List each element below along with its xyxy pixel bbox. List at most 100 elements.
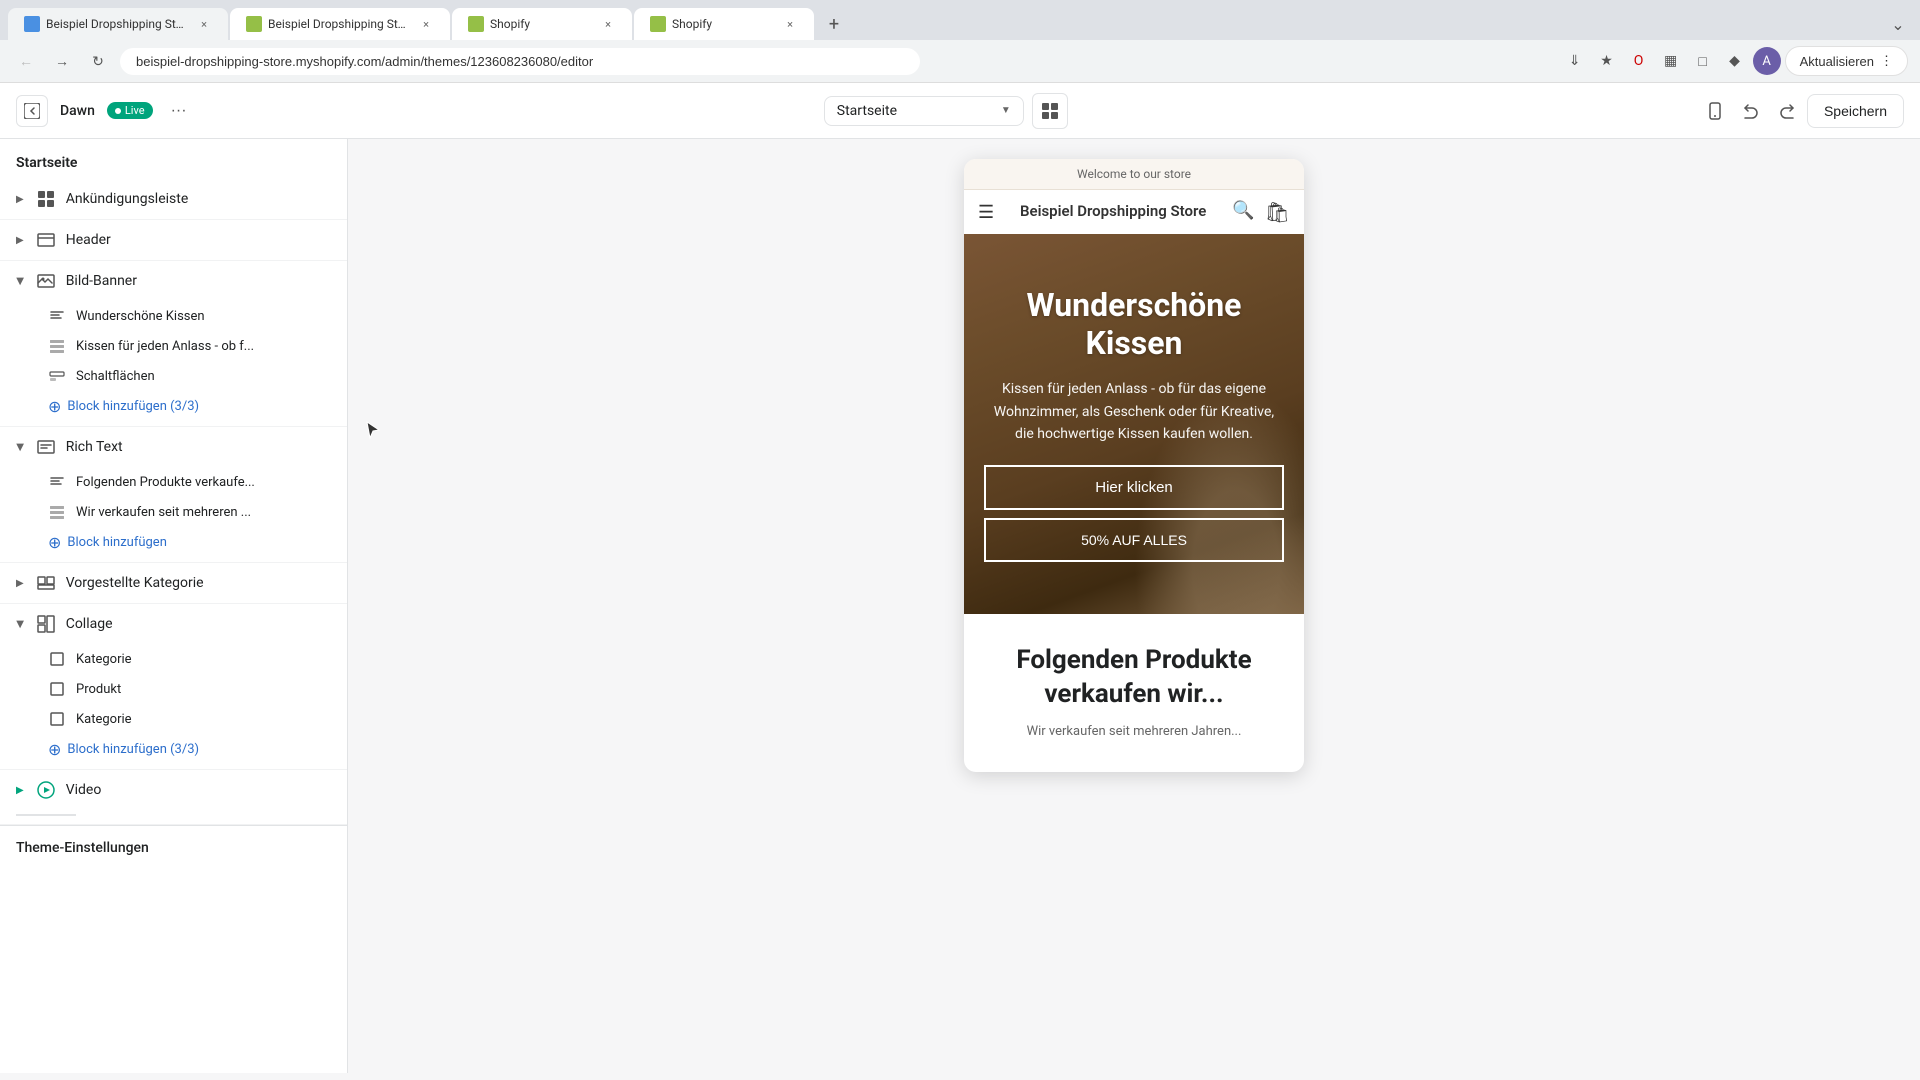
rich-text-child-2-label: Wir verkaufen seit mehreren ... bbox=[76, 505, 251, 520]
header-label: Header bbox=[66, 232, 331, 248]
tab-manager-icon[interactable]: □ bbox=[1689, 47, 1717, 75]
tab-2[interactable]: Beispiel Dropshipping Store × bbox=[230, 8, 450, 40]
back-button[interactable]: ← bbox=[12, 47, 40, 75]
page-dropdown-value: Startseite bbox=[837, 103, 897, 119]
live-badge: Live bbox=[107, 102, 153, 119]
bild-banner-child-2[interactable]: Kissen für jeden Anlass - ob f... bbox=[0, 331, 347, 361]
collage-child-3[interactable]: Kategorie bbox=[0, 704, 347, 734]
expand-arrow-icon: ▶ bbox=[16, 578, 24, 589]
forward-button[interactable]: → bbox=[48, 47, 76, 75]
banner-description: Kissen für jeden Anlass - ob für das eig… bbox=[984, 378, 1284, 445]
hamburger-icon[interactable]: ☰ bbox=[978, 202, 994, 223]
search-icon[interactable]: 🔍 bbox=[1232, 200, 1254, 224]
editor-header: Dawn Live ··· Startseite ▼ bbox=[0, 83, 1920, 139]
tab-1-close[interactable]: × bbox=[196, 16, 212, 32]
bild-banner-child-2-label: Kissen für jeden Anlass - ob f... bbox=[76, 339, 254, 354]
bookmark-icon[interactable]: ★ bbox=[1593, 47, 1621, 75]
tab-3[interactable]: Shopify × bbox=[452, 8, 632, 40]
text-icon bbox=[48, 307, 66, 325]
tab-4-close[interactable]: × bbox=[782, 16, 798, 32]
rich-text-preview: Folgenden Produkte verkaufen wir... Wir … bbox=[964, 614, 1304, 772]
store-nav-icons: 🔍 🛍 bbox=[1232, 200, 1290, 224]
tab-1-label: Beispiel Dropshipping Store ·... bbox=[46, 17, 190, 31]
square-icon bbox=[48, 680, 66, 698]
chevron-down-icon: ▼ bbox=[1001, 105, 1011, 116]
add-icon: ⊕ bbox=[48, 533, 61, 552]
rich-text-child-1[interactable]: Folgenden Produkte verkaufe... bbox=[0, 467, 347, 497]
profile-avatar[interactable]: A bbox=[1753, 47, 1781, 75]
editor-back-button[interactable] bbox=[16, 95, 48, 127]
rich-text-add-block[interactable]: ⊕ Block hinzufügen bbox=[0, 527, 347, 562]
reload-button[interactable]: ↻ bbox=[84, 47, 112, 75]
more-options-button[interactable]: ··· bbox=[165, 97, 193, 125]
tab-3-favicon bbox=[468, 16, 484, 32]
collage-child-1-label: Kategorie bbox=[76, 652, 132, 667]
undo-button[interactable] bbox=[1735, 95, 1767, 127]
store-logo: Beispiel Dropshipping Store bbox=[994, 202, 1232, 222]
banner-secondary-button[interactable]: 50% AUF ALLES bbox=[984, 518, 1284, 562]
bild-banner-child-3[interactable]: Schaltflächen bbox=[0, 361, 347, 391]
video-icon bbox=[36, 780, 56, 800]
sections-icon bbox=[1040, 101, 1060, 121]
redo-button[interactable] bbox=[1771, 95, 1803, 127]
tab-4[interactable]: Shopify × bbox=[634, 8, 814, 40]
section-rich-text: ▶ Rich Text Folgenden Produkte verkaufe.… bbox=[0, 427, 347, 563]
ankuendigungsleiste-label: Ankündigungsleiste bbox=[66, 191, 331, 207]
rich-text-add-label: Block hinzufügen bbox=[67, 535, 166, 550]
update-button[interactable]: Aktualisieren ⋮ bbox=[1785, 46, 1908, 76]
collage-child-2-label: Produkt bbox=[76, 682, 121, 697]
collage-add-block[interactable]: ⊕ Block hinzufügen (3/3) bbox=[0, 734, 347, 769]
banner-title: Wunderschöne Kissen bbox=[984, 286, 1284, 363]
vorgestellte-kategorie-label: Vorgestellte Kategorie bbox=[66, 575, 331, 591]
collage-label: Collage bbox=[66, 616, 331, 632]
bild-banner-child-1[interactable]: Wunderschöne Kissen bbox=[0, 301, 347, 331]
toolbar-icons: ⇓ ★ O ▦ □ ◆ A Aktualisieren ⋮ bbox=[1561, 46, 1908, 76]
page-dropdown[interactable]: Startseite ▼ bbox=[824, 96, 1024, 126]
collage-child-1[interactable]: Kategorie bbox=[0, 644, 347, 674]
sidebar-item-ankuendigungsleiste[interactable]: ▶ Ankündigungsleiste bbox=[0, 179, 347, 219]
save-button[interactable]: Speichern bbox=[1807, 94, 1904, 128]
sidebar-item-rich-text[interactable]: ▶ Rich Text bbox=[0, 427, 347, 467]
store-welcome-bar: Welcome to our store bbox=[964, 159, 1304, 190]
opera-icon[interactable]: O bbox=[1625, 47, 1653, 75]
section-collage: ▶ Collage Kategorie Produkt bbox=[0, 604, 347, 770]
rich-text-label: Rich Text bbox=[66, 439, 331, 455]
rich-text-child-1-label: Folgenden Produkte verkaufe... bbox=[76, 475, 255, 490]
tab-4-favicon bbox=[650, 16, 666, 32]
wallet-icon[interactable]: ◆ bbox=[1721, 47, 1749, 75]
tab-3-close[interactable]: × bbox=[600, 16, 616, 32]
tab-1[interactable]: Beispiel Dropshipping Store ·... × bbox=[8, 8, 228, 40]
collage-child-3-label: Kategorie bbox=[76, 712, 132, 727]
sidebar-item-video[interactable]: ▶ Video bbox=[0, 770, 347, 810]
live-dot bbox=[115, 108, 121, 114]
tab-list-button[interactable]: ⌄ bbox=[1884, 10, 1912, 38]
tab-2-close[interactable]: × bbox=[418, 16, 434, 32]
sidebar-item-bild-banner[interactable]: ▶ Bild-Banner bbox=[0, 261, 347, 301]
sidebar-item-header[interactable]: ▶ Header bbox=[0, 220, 347, 260]
section-toggle-button[interactable] bbox=[1032, 93, 1068, 129]
banner-primary-button[interactable]: Hier klicken bbox=[984, 465, 1284, 510]
browser-chrome: Beispiel Dropshipping Store ·... × Beisp… bbox=[0, 0, 1920, 83]
sidebar-item-vorgestellte-kategorie[interactable]: ▶ Vorgestellte Kategorie bbox=[0, 563, 347, 603]
sidebar-item-collage[interactable]: ▶ Collage bbox=[0, 604, 347, 644]
category-icon bbox=[36, 573, 56, 593]
cart-icon[interactable]: 🛍 bbox=[1265, 200, 1290, 224]
extensions-icon[interactable]: ▦ bbox=[1657, 47, 1685, 75]
new-tab-button[interactable]: + bbox=[820, 10, 848, 38]
square-icon bbox=[48, 650, 66, 668]
preview-area: Welcome to our store ☰ Beispiel Dropship… bbox=[348, 139, 1920, 1073]
address-input[interactable] bbox=[120, 48, 920, 75]
shopify-editor: Dawn Live ··· Startseite ▼ bbox=[0, 83, 1920, 1073]
rich-text-body: Wir verkaufen seit mehreren Jahren... bbox=[984, 722, 1284, 743]
expand-arrow-icon: ▶ bbox=[14, 277, 25, 285]
download-icon[interactable]: ⇓ bbox=[1561, 47, 1589, 75]
theme-settings[interactable]: Theme-Einstellungen bbox=[0, 825, 347, 870]
mobile-view-button[interactable] bbox=[1699, 95, 1731, 127]
bild-banner-add-block[interactable]: ⊕ Block hinzufügen (3/3) bbox=[0, 391, 347, 426]
rich-text-child-2[interactable]: Wir verkaufen seit mehreren ... bbox=[0, 497, 347, 527]
redo-icon bbox=[1778, 102, 1796, 120]
expand-arrow-icon: ▶ bbox=[16, 235, 24, 246]
collage-child-2[interactable]: Produkt bbox=[0, 674, 347, 704]
page-selector: Startseite ▼ bbox=[824, 93, 1068, 129]
banner-content: Wunderschöne Kissen Kissen für jeden Anl… bbox=[964, 234, 1304, 614]
